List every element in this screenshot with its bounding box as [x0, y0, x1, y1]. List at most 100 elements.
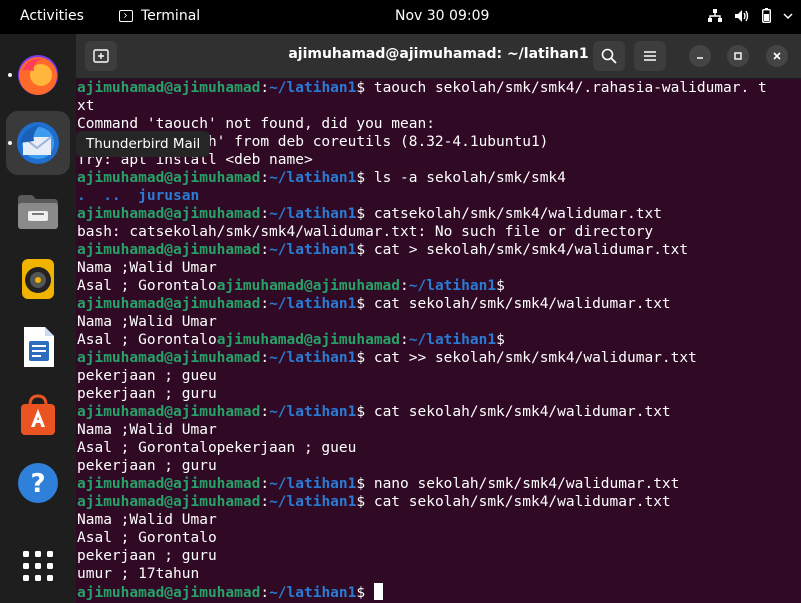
prompt-dollar: $ [356, 404, 366, 420]
terminal-line: ajimuhamad@ajimuhamad:~/latihan1$ nano s… [77, 475, 801, 493]
maximize-button[interactable] [727, 45, 749, 67]
command-text: cat >> sekolah/smk/smk4/walidumar.txt [365, 350, 697, 366]
libreoffice-writer-launcher[interactable] [6, 315, 70, 379]
prompt-user: ajimuhamad@ajimuhamad [77, 350, 261, 366]
network-icon [708, 8, 722, 22]
terminal-line: pekerjaan ; guru [77, 547, 801, 565]
prompt-dollar: $ [356, 242, 366, 258]
app-menu[interactable]: Terminal [119, 8, 200, 24]
prompt-separator: : [260, 585, 270, 601]
terminal-window: ajimuhamad@ajimuhamad: ~/latihan1 ajimuh… [76, 34, 801, 603]
terminal-line: ajimuhamad@ajimuhamad:~/latihan1$ cat >>… [77, 349, 801, 367]
prompt-path: ~/latihan1 [269, 476, 357, 492]
svg-text:?: ? [30, 469, 45, 499]
prompt-separator: : [260, 170, 270, 186]
output-text: Nama ;Walid Umar [77, 260, 217, 276]
terminal-line: Asal ; Gorontaloajimuhamad@ajimuhamad:~/… [77, 331, 801, 349]
thunderbird-launcher[interactable] [6, 111, 70, 175]
rhythmbox-speaker-icon [22, 259, 54, 299]
terminal-line: ajimuhamad@ajimuhamad:~/latihan1$ cat se… [77, 295, 801, 313]
terminal-line: ajimuhamad@ajimuhamad:~/latihan1$ cat > … [77, 241, 801, 259]
terminal-line: ajimuhamad@ajimuhamad:~/latihan1$ ls -a … [77, 169, 801, 187]
close-icon [773, 52, 781, 60]
prompt-dollar: $ [356, 350, 366, 366]
output-text: Asal ; Gorontalo [77, 332, 217, 348]
thunderbird-mail-icon [17, 122, 59, 164]
dock-tooltip: Thunderbird Mail [76, 131, 211, 157]
prompt-path: ~/latihan1 [269, 296, 357, 312]
prompt-path: ~/latihan1 [408, 332, 497, 348]
clock[interactable]: Nov 30 09:09 [395, 8, 489, 24]
activities-button[interactable]: Activities [20, 8, 84, 24]
prompt-user: ajimuhamad@ajimuhamad [77, 170, 261, 186]
terminal-line: ajimuhamad@ajimuhamad:~/latihan1$ taouch… [77, 79, 801, 97]
search-icon [601, 48, 617, 64]
prompt-path: ~/latihan1 [408, 278, 497, 294]
output-text: pekerjaan ; guru [77, 458, 217, 474]
battery-icon [762, 8, 771, 23]
prompt-dollar: $ [496, 332, 505, 348]
prompt-user: ajimuhamad@ajimuhamad [216, 278, 401, 294]
menu-button[interactable] [634, 41, 666, 71]
system-tray[interactable] [708, 8, 793, 23]
terminal-line: ajimuhamad@ajimuhamad:~/latihan1$ [77, 583, 801, 601]
command-text: cat sekolah/smk/smk4/walidumar.txt [365, 404, 671, 420]
help-launcher[interactable]: ? [6, 451, 70, 515]
prompt-separator: : [260, 494, 270, 510]
maximize-icon [734, 52, 742, 60]
writer-document-icon [24, 327, 54, 367]
top-bar: Activities Terminal Nov 30 09:09 [0, 0, 801, 34]
directory-listing: . .. jurusan [77, 188, 200, 204]
prompt-user: ajimuhamad@ajimuhamad [77, 404, 261, 420]
prompt-user: ajimuhamad@ajimuhamad [77, 585, 261, 601]
prompt-user: ajimuhamad@ajimuhamad [77, 494, 261, 510]
terminal-line: Nama ;Walid Umar [77, 511, 801, 529]
prompt-dollar: $ [356, 476, 366, 492]
prompt-path: ~/latihan1 [269, 206, 357, 222]
output-text: Asal ; Gorontalo [77, 278, 217, 294]
prompt-dollar: $ [356, 80, 366, 96]
prompt-dollar: $ [356, 585, 366, 601]
app-grid-icon [23, 551, 53, 581]
ubuntu-software-launcher[interactable] [6, 383, 70, 447]
prompt-separator: : [260, 206, 270, 222]
prompt-separator: : [400, 332, 409, 348]
command-text: ls -a sekolah/smk/smk4 [365, 170, 566, 186]
terminal-line: pekerjaan ; guru [77, 385, 801, 403]
terminal-icon [119, 10, 133, 22]
files-launcher[interactable] [6, 179, 70, 243]
terminal-output[interactable]: ajimuhamad@ajimuhamad:~/latihan1$ taouch… [76, 79, 801, 603]
minimize-icon [697, 57, 703, 59]
prompt-user: ajimuhamad@ajimuhamad [77, 206, 261, 222]
prompt-dollar: $ [496, 278, 505, 294]
prompt-user: ajimuhamad@ajimuhamad [77, 296, 261, 312]
search-button[interactable] [593, 41, 625, 71]
close-button[interactable] [766, 45, 788, 67]
terminal-line: ajimuhamad@ajimuhamad:~/latihan1$ cat se… [77, 493, 801, 511]
output-text: Nama ;Walid Umar [77, 422, 217, 438]
output-text: pekerjaan ; gueu [77, 368, 217, 384]
prompt-path: ~/latihan1 [269, 80, 357, 96]
command-text: cat > sekolah/smk/smk4/walidumar.txt [365, 242, 689, 258]
firefox-launcher[interactable] [6, 43, 70, 107]
app-name: Terminal [141, 8, 201, 24]
prompt-separator: : [400, 278, 409, 294]
volume-icon [735, 9, 749, 22]
terminal-line: ajimuhamad@ajimuhamad:~/latihan1$ cat se… [77, 403, 801, 421]
prompt-separator: : [260, 80, 270, 96]
help-question-icon: ? [18, 463, 58, 503]
output-text: Asal ; Gorontalo [77, 530, 217, 546]
prompt-path: ~/latihan1 [269, 350, 357, 366]
hamburger-menu-icon [644, 51, 656, 61]
prompt-path: ~/latihan1 [269, 404, 357, 420]
terminal-line: Nama ;Walid Umar [77, 421, 801, 439]
rhythmbox-launcher[interactable] [6, 247, 70, 311]
command-text: cat sekolah/smk/smk4/walidumar.txt [365, 494, 671, 510]
text-cursor [373, 583, 383, 600]
prompt-separator: : [260, 404, 270, 420]
show-applications-button[interactable] [6, 534, 70, 598]
minimize-button[interactable] [689, 45, 711, 67]
title-bar[interactable]: ajimuhamad@ajimuhamad: ~/latihan1 [76, 34, 801, 79]
terminal-line: xt [77, 97, 801, 115]
terminal-line: Nama ;Walid Umar [77, 259, 801, 277]
